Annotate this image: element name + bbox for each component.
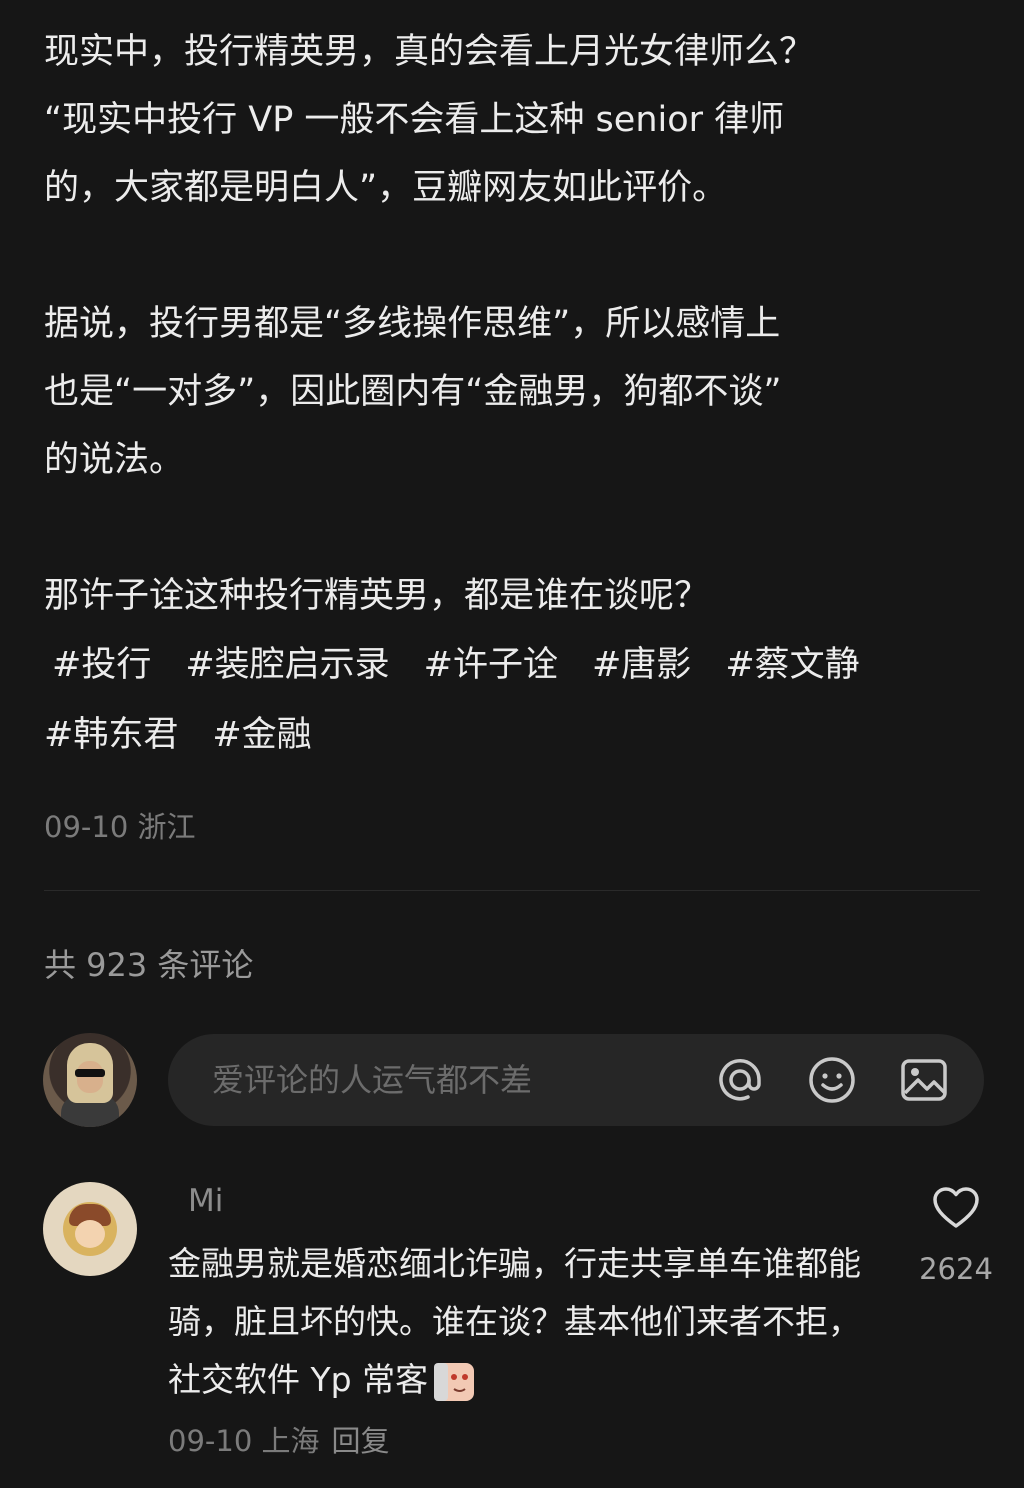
commenter-name[interactable]: Mi: [188, 1183, 223, 1219]
image-icon[interactable]: [898, 1054, 950, 1106]
post-line: 的，大家都是明白人”，豆瓣网友如此评价。: [44, 168, 728, 208]
hashtag-list: #投行 #装腔启示录 #许子诠 #唐影 #蔡文静 #韩东君 #金融: [44, 630, 994, 770]
hashtag-xuziquan[interactable]: #许子诠: [424, 630, 558, 700]
hashtag-handongjun[interactable]: #韩东君: [44, 700, 178, 770]
comment-input[interactable]: [210, 1060, 714, 1100]
reply-button[interactable]: 回复: [332, 1424, 390, 1458]
post-line: “现实中投行 VP 一般不会看上这种 senior 律师: [44, 100, 785, 140]
like-count: 2624: [919, 1252, 993, 1286]
at-icon[interactable]: [714, 1054, 766, 1106]
hashtag-tangying[interactable]: #唐影: [592, 630, 691, 700]
post-line: 那许子诠这种投行精英男，都是谁在谈呢？: [44, 576, 710, 616]
comment-body: 金融男就是婚恋缅北诈骗，行走共享单车谁都能骑，脏且坏的快。谁在谈？基本他们来者不…: [168, 1244, 861, 1399]
post-line: 据说，投行男都是“多线操作思维”，所以感情上: [44, 304, 781, 344]
comment-composer: [168, 1034, 984, 1126]
post-paragraph-1: 现实中，投行精英男，真的会看上月光女律师么？ “现实中投行 VP 一般不会看上这…: [44, 18, 994, 222]
comment-count: 共 923 条评论: [44, 946, 254, 984]
post-paragraph-3: 那许子诠这种投行精英男，都是谁在谈呢？: [44, 562, 994, 630]
emoji-icon[interactable]: [806, 1054, 858, 1106]
comment-text: 金融男就是婚恋缅北诈骗，行走共享单车谁都能骑，脏且坏的快。谁在谈？基本他们来者不…: [168, 1235, 888, 1409]
post-content: 现实中，投行精英男，真的会看上月光女律师么？ “现实中投行 VP 一般不会看上这…: [44, 18, 994, 770]
user-avatar[interactable]: [43, 1033, 137, 1127]
sticker-icon: [432, 1361, 476, 1403]
heart-icon[interactable]: [918, 1186, 994, 1234]
hashtag-zhuangqiang[interactable]: #装腔启示录: [185, 630, 389, 700]
comment-date-location: 09-10 上海: [168, 1424, 320, 1458]
hashtag-touhang[interactable]: #投行: [52, 630, 151, 700]
commenter-avatar[interactable]: [43, 1182, 137, 1276]
hashtag-caiwenjing[interactable]: #蔡文静: [725, 630, 859, 700]
hashtag-jinrong[interactable]: #金融: [212, 700, 311, 770]
comment-meta: 09-10 上海 回复: [168, 1418, 390, 1460]
post-line: 的说法。: [44, 440, 185, 480]
post-line: 也是“一对多”，因此圈内有“金融男，狗都不谈”: [44, 372, 782, 412]
post-paragraph-2: 据说，投行男都是“多线操作思维”，所以感情上 也是“一对多”，因此圈内有“金融男…: [44, 290, 994, 494]
divider: [44, 890, 980, 891]
post-meta: 09-10 浙江: [44, 810, 196, 844]
like-area: 2624: [918, 1186, 994, 1286]
post-line: 现实中，投行精英男，真的会看上月光女律师么？: [44, 32, 815, 72]
